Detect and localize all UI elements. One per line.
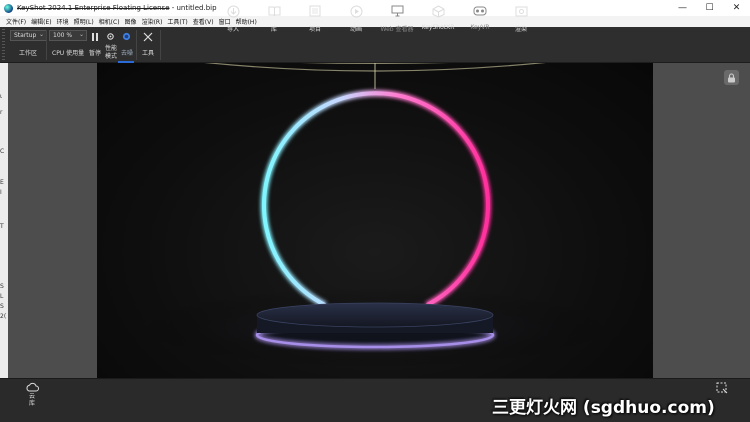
- background-text: I: [0, 189, 2, 196]
- workspace-label: 工作区: [19, 50, 38, 57]
- tools-label[interactable]: 工具: [142, 48, 154, 57]
- pause-label[interactable]: 暂停: [89, 48, 101, 57]
- web-viewer-button[interactable]: Web 查看器: [375, 4, 419, 33]
- animation-button[interactable]: 动画: [334, 4, 378, 33]
- background-text: 2(: [0, 313, 7, 320]
- performance-gear-icon[interactable]: [105, 31, 115, 41]
- background-text: ι: [0, 93, 3, 100]
- cloud-library-button[interactable]: 云库: [22, 382, 42, 407]
- ribbon-grip[interactable]: [2, 29, 5, 61]
- performance-mode-label-2[interactable]: 模式: [105, 51, 117, 60]
- import-icon: [226, 4, 240, 18]
- import-label: 导入: [226, 26, 239, 33]
- watermark-text: 三更灯火网 (sgdhuo.com): [492, 398, 715, 418]
- ribbon-separator: [136, 30, 137, 60]
- neon-ring: [262, 91, 490, 307]
- menu-render[interactable]: 渲染(R): [142, 17, 163, 26]
- viewport-lock-button[interactable]: [724, 70, 739, 85]
- project-button[interactable]: 项目: [293, 4, 337, 33]
- menu-file[interactable]: 文件(F): [6, 17, 26, 26]
- background-text: L: [0, 293, 4, 300]
- project-label: 项目: [308, 26, 321, 33]
- background-text: r: [0, 109, 3, 116]
- render-button[interactable]: 渲染: [499, 4, 543, 33]
- cloud-icon: [25, 382, 39, 392]
- background-window-edge: ι r C E I T S L S 2(: [0, 63, 8, 378]
- denoise-icon[interactable]: [121, 31, 131, 41]
- rendered-scene: [135, 63, 615, 368]
- chevron-down-icon: ⌄: [38, 31, 44, 38]
- keyshotxr-button[interactable]: KeyShotXR: [416, 4, 460, 31]
- library-label: 库: [270, 26, 277, 33]
- maximize-button[interactable]: ☐: [696, 0, 723, 16]
- window-controls: — ☐ ✕: [669, 0, 750, 16]
- menu-image[interactable]: 图像: [125, 17, 137, 26]
- ribbon-separator: [160, 30, 161, 60]
- close-button[interactable]: ✕: [723, 0, 750, 16]
- zoom-select[interactable]: 100 % ⌄: [49, 30, 87, 41]
- ribbon-separator: [46, 30, 47, 60]
- list-icon: [308, 4, 322, 18]
- menu-environment[interactable]: 环境: [57, 17, 69, 26]
- keyshot-app-icon: [4, 3, 13, 13]
- background-text: T: [0, 223, 4, 230]
- menu-lighting[interactable]: 照明(L): [74, 17, 94, 26]
- keyvr-label: KeyVR: [470, 24, 490, 31]
- book-icon: [267, 4, 281, 18]
- keyshotxr-label: KeyShotXR: [421, 24, 455, 31]
- cloud-library-label: 云库: [28, 393, 35, 407]
- workspace-select[interactable]: Startup ⌄: [10, 30, 47, 41]
- menu-tools[interactable]: 工具(T): [167, 17, 187, 26]
- cube-icon: [431, 4, 445, 18]
- tools-icon[interactable]: [142, 31, 153, 42]
- lock-icon: [728, 72, 735, 82]
- menu-edit[interactable]: 编辑(E): [31, 17, 51, 26]
- background-text: E: [0, 179, 4, 186]
- menu-camera[interactable]: 相机(C): [99, 17, 120, 26]
- render-viewport[interactable]: [97, 63, 653, 378]
- web-viewer-label: Web 查看器: [380, 26, 414, 33]
- background-text: S: [0, 283, 4, 290]
- region-select-icon[interactable]: [716, 382, 728, 394]
- animation-label: 动画: [349, 26, 362, 33]
- pause-icon[interactable]: [92, 33, 98, 41]
- denoise-label[interactable]: 去噪: [121, 48, 133, 57]
- render-label: 渲染: [514, 26, 527, 33]
- monitor-icon: [390, 4, 404, 18]
- vr-icon: [473, 4, 487, 18]
- play-icon: [349, 4, 363, 18]
- cpu-usage-label: CPU 使用量: [52, 50, 85, 57]
- keyvr-button[interactable]: KeyVR: [458, 4, 502, 31]
- render-icon: [514, 4, 528, 18]
- background-text: C: [0, 148, 5, 155]
- minimize-button[interactable]: —: [669, 0, 696, 16]
- window-title: KeyShot 2024.1 Enterprise Floating Licen…: [17, 4, 217, 12]
- import-button[interactable]: 导入: [211, 4, 255, 33]
- library-button[interactable]: 库: [252, 4, 296, 33]
- chevron-down-icon: ⌄: [78, 31, 84, 38]
- background-text: S: [0, 303, 4, 310]
